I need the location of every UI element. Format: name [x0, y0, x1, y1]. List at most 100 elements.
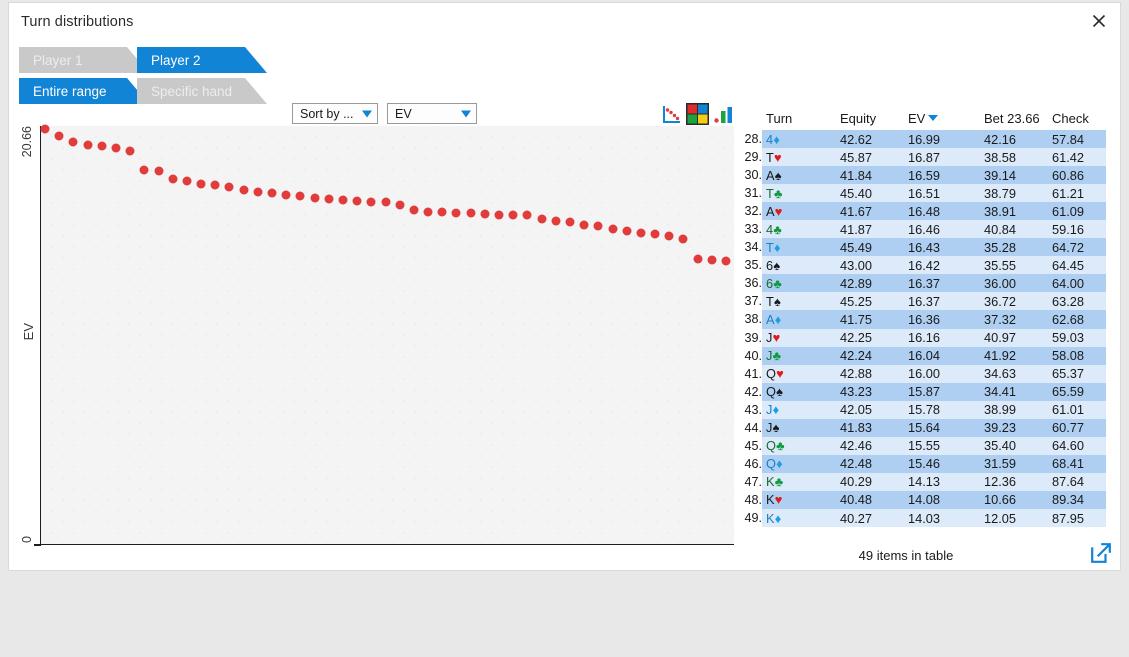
cell-turn: Q♠ [762, 382, 836, 401]
tab-specific-hand[interactable]: Specific hand [137, 78, 267, 104]
tab-player-1[interactable]: Player 1 [19, 47, 149, 73]
cell-turn: T♠ [762, 292, 836, 311]
scatter-point[interactable] [451, 208, 461, 218]
scatter-point[interactable] [139, 165, 149, 175]
scatter-point[interactable] [40, 124, 50, 134]
scatter-point[interactable] [693, 254, 703, 264]
cell-equity: 42.05 [836, 400, 904, 419]
scatter-point[interactable] [267, 188, 277, 198]
table-row[interactable]: 46. Q♦ 42.48 15.46 31.59 68.41 [736, 454, 1106, 473]
scatter-point[interactable] [196, 179, 206, 189]
scatter-point[interactable] [295, 191, 305, 201]
scatter-point[interactable] [551, 216, 561, 226]
external-link-icon[interactable] [1090, 542, 1112, 564]
table-row[interactable]: 38. A♦ 41.75 16.36 37.32 62.68 [736, 310, 1106, 329]
table-row[interactable]: 37. T♠ 45.25 16.37 36.72 63.28 [736, 292, 1106, 311]
table-row[interactable]: 43. J♦ 42.05 15.78 38.99 61.01 [736, 400, 1106, 419]
tab-player-2[interactable]: Player 2 [137, 47, 267, 73]
scatter-point[interactable] [622, 226, 632, 236]
table-row[interactable]: 30. A♠ 41.84 16.59 39.14 60.86 [736, 166, 1106, 185]
cell-ev: 16.87 [904, 148, 980, 167]
table-row[interactable]: 31. T♣ 45.40 16.51 38.79 61.21 [736, 184, 1106, 203]
row-index: 30. [736, 166, 762, 185]
scatter-point[interactable] [310, 193, 320, 203]
scatter-point[interactable] [352, 196, 362, 206]
table-row[interactable]: 29. T♥ 45.87 16.87 38.58 61.42 [736, 148, 1106, 167]
scatter-point[interactable] [707, 255, 717, 265]
scatter-point[interactable] [54, 131, 64, 141]
table-row[interactable]: 32. A♥ 41.67 16.48 38.91 61.09 [736, 202, 1106, 221]
column-header-check[interactable]: Check [1048, 111, 1106, 130]
scatter-point[interactable] [650, 229, 660, 239]
scatter-point[interactable] [494, 210, 504, 220]
scatter-point[interactable] [437, 207, 447, 217]
scatter-point[interactable] [466, 208, 476, 218]
cell-ev: 15.78 [904, 400, 980, 419]
scatter-point[interactable] [522, 210, 532, 220]
table-row[interactable]: 40. J♣ 42.24 16.04 41.92 58.08 [736, 346, 1106, 365]
scatter-point[interactable] [125, 146, 135, 156]
scatter-point[interactable] [239, 185, 249, 195]
scatter-point[interactable] [154, 166, 163, 176]
table-row[interactable]: 49. K♦ 40.27 14.03 12.05 87.95 [736, 508, 1106, 528]
table-row[interactable]: 34. T♦ 45.49 16.43 35.28 64.72 [736, 238, 1106, 257]
column-header-bet[interactable]: Bet 23.66 [980, 111, 1048, 130]
scatter-point[interactable] [68, 137, 78, 147]
scatter-point[interactable] [636, 228, 646, 238]
scatter-point[interactable] [608, 224, 617, 234]
scatter-point[interactable] [423, 207, 433, 217]
scatter-point[interactable] [593, 221, 603, 231]
table-row[interactable]: 39. J♥ 42.25 16.16 40.97 59.03 [736, 328, 1106, 347]
table-row[interactable]: 45. Q♣ 42.46 15.55 35.40 64.60 [736, 436, 1106, 455]
scatter-point[interactable] [409, 205, 419, 215]
table-row[interactable]: 36. 6♣ 42.89 16.37 36.00 64.00 [736, 274, 1106, 293]
scatter-point[interactable] [508, 210, 518, 220]
table-row[interactable]: 47. K♣ 40.29 14.13 12.36 87.64 [736, 472, 1106, 491]
table-row[interactable]: 35. 6♠ 43.00 16.42 35.55 64.45 [736, 256, 1106, 275]
column-header-equity[interactable]: Equity [836, 111, 904, 130]
table-row[interactable]: 33. 4♣ 41.87 16.46 40.84 59.16 [736, 220, 1106, 239]
cell-bet: 40.84 [980, 220, 1048, 239]
scatter-point[interactable] [324, 194, 334, 204]
row-index: 48. [736, 490, 762, 509]
close-icon[interactable] [1084, 7, 1114, 35]
scatter-point[interactable] [83, 140, 93, 150]
scatter-point[interactable] [168, 174, 178, 184]
column-header-ev[interactable]: EV [904, 111, 980, 130]
scatter-point[interactable] [537, 214, 547, 224]
scatter-point[interactable] [565, 217, 575, 227]
tab-entire-range[interactable]: Entire range [19, 78, 149, 104]
cell-turn: 4♣ [762, 220, 836, 239]
scatter-point[interactable] [338, 195, 348, 205]
scatter-point[interactable] [366, 197, 376, 207]
cell-equity: 42.89 [836, 274, 904, 293]
scatter-point[interactable] [381, 197, 390, 207]
table-row[interactable]: 28. 4♦ 42.62 16.99 42.16 57.84 [736, 130, 1106, 149]
table-row[interactable]: 44. J♠ 41.83 15.64 39.23 60.77 [736, 418, 1106, 437]
table-row[interactable]: 42. Q♠ 43.23 15.87 34.41 65.59 [736, 382, 1106, 401]
cell-bet: 37.32 [980, 310, 1048, 329]
cell-check: 58.08 [1048, 346, 1106, 365]
scatter-point[interactable] [111, 143, 121, 153]
table-row[interactable]: 41. Q♥ 42.88 16.00 34.63 65.37 [736, 364, 1106, 383]
scatter-point[interactable] [678, 234, 688, 244]
scatter-point[interactable] [281, 190, 291, 200]
cell-ev: 16.48 [904, 202, 980, 221]
scatter-point[interactable] [182, 176, 192, 186]
table-row[interactable]: 48. K♥ 40.48 14.08 10.66 89.34 [736, 490, 1106, 509]
scatter-point[interactable] [210, 180, 220, 190]
column-header-turn[interactable]: Turn [762, 111, 836, 130]
y-axis-min-label: 0 [20, 536, 34, 543]
row-index: 39. [736, 328, 762, 347]
scatter-point[interactable] [579, 220, 589, 230]
chart-plot-area[interactable] [40, 124, 734, 545]
scatter-point[interactable] [395, 200, 405, 210]
scatter-point[interactable] [721, 256, 731, 266]
scatter-point[interactable] [664, 231, 674, 241]
table-header-row: Turn Equity EV Bet 23.66 Check [736, 111, 1106, 130]
cell-equity: 42.24 [836, 346, 904, 365]
scatter-point[interactable] [224, 182, 234, 192]
scatter-point[interactable] [253, 187, 263, 197]
scatter-point[interactable] [480, 209, 490, 219]
scatter-point[interactable] [97, 141, 107, 151]
